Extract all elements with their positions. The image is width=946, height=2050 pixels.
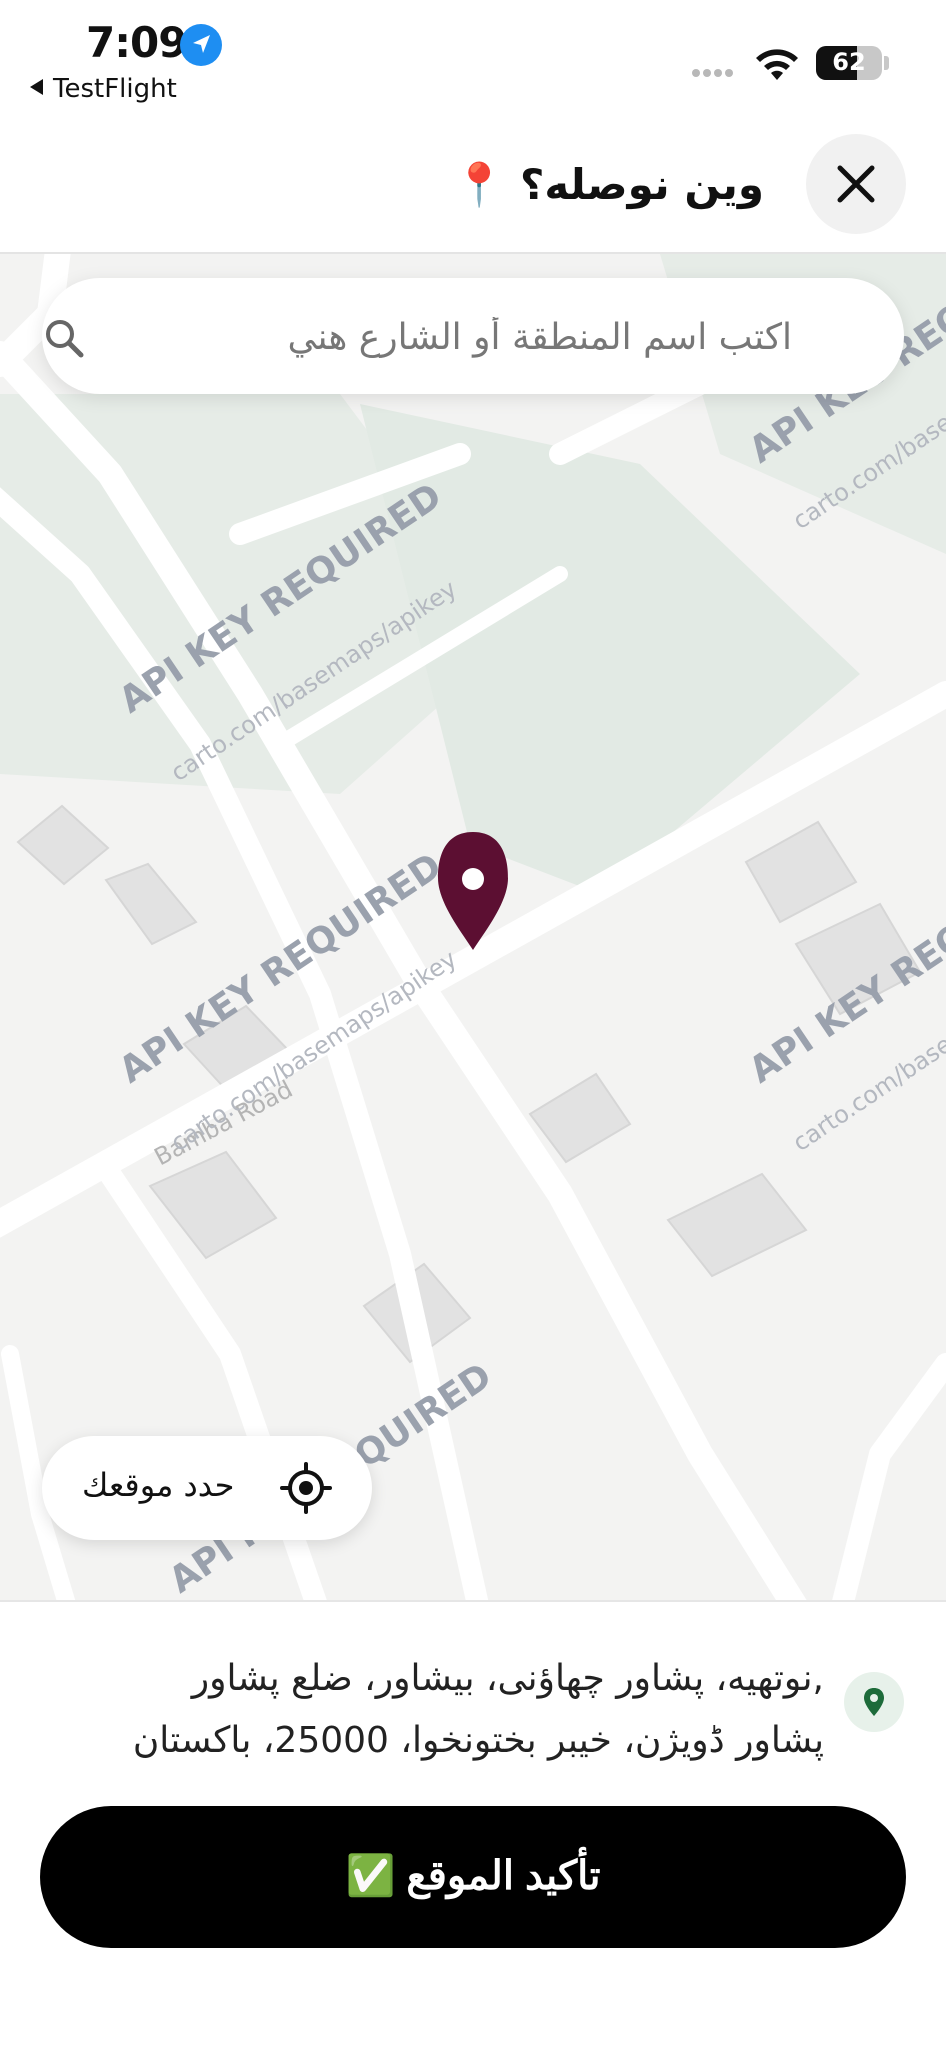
bottom-panel: ,نوتهيه، پشاور چهاؤنی، بیشاور، ضلع پشاور…	[0, 1600, 946, 2050]
selected-address: ,نوتهيه، پشاور چهاؤنی، بیشاور، ضلع پشاور…	[64, 1648, 824, 1772]
confirm-location-button[interactable]: تأكيد الموقع ✅	[40, 1806, 906, 1948]
search-box[interactable]	[42, 278, 904, 394]
back-app-label: TestFlight	[53, 74, 177, 104]
cellular-signal-icon	[692, 62, 736, 81]
address-pin-badge	[844, 1672, 904, 1732]
close-icon	[837, 165, 875, 203]
crosshair-icon	[280, 1462, 332, 1514]
location-arrow-icon	[180, 24, 222, 66]
address-line-1: ,نوتهيه، پشاور چهاؤنی، بیشاور، ضلع پشاور	[191, 1658, 824, 1699]
location-pin-icon	[864, 1688, 884, 1716]
address-line-2: پشاور ڈویژن، خیبر بختونخوا، 25000، باکست…	[132, 1720, 824, 1761]
back-triangle-icon	[30, 79, 43, 95]
battery-level: 62	[832, 48, 866, 76]
status-bar: 7:09 TestFlight 62	[0, 0, 946, 120]
page-title: وين نوصله؟ 📍	[453, 160, 764, 209]
battery-icon: 62	[816, 46, 882, 80]
header: وين نوصله؟ 📍	[0, 120, 946, 252]
wifi-icon	[756, 49, 798, 80]
locate-me-button[interactable]: حدد موقعك	[42, 1436, 372, 1540]
battery-tip	[884, 56, 889, 70]
locate-me-label: حدد موقعك	[82, 1466, 235, 1504]
status-time: 7:09	[86, 18, 187, 67]
search-input[interactable]	[82, 302, 794, 372]
search-icon	[46, 320, 84, 358]
map-view[interactable]: Bamba Road API KEY REQUIRED API KEY REQU…	[0, 252, 946, 1602]
back-to-app[interactable]: TestFlight	[30, 74, 177, 104]
confirm-location-label: تأكيد الموقع ✅	[345, 1854, 601, 1898]
map-canvas: Bamba Road API KEY REQUIRED API KEY REQU…	[0, 254, 946, 1602]
close-button[interactable]	[806, 134, 906, 234]
